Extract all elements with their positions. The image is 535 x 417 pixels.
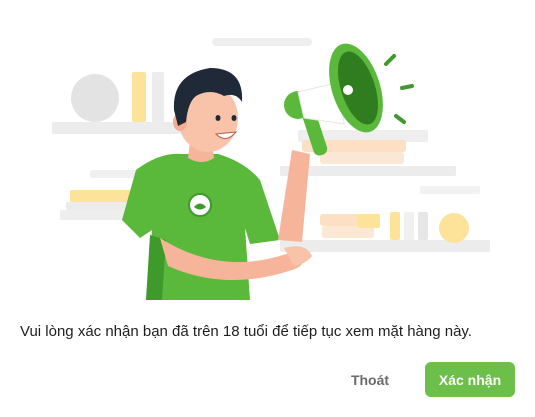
- man-with-megaphone-illustration: [52, 38, 490, 300]
- age-confirmation-dialog: Vui lòng xác nhận bạn đã trên 18 tuổi để…: [0, 0, 535, 417]
- age-confirmation-message: Vui lòng xác nhận bạn đã trên 18 tuổi để…: [20, 323, 472, 340]
- exit-button[interactable]: Thoát: [336, 365, 404, 395]
- man-figure: [122, 68, 312, 300]
- confirm-button[interactable]: Xác nhận: [425, 362, 515, 397]
